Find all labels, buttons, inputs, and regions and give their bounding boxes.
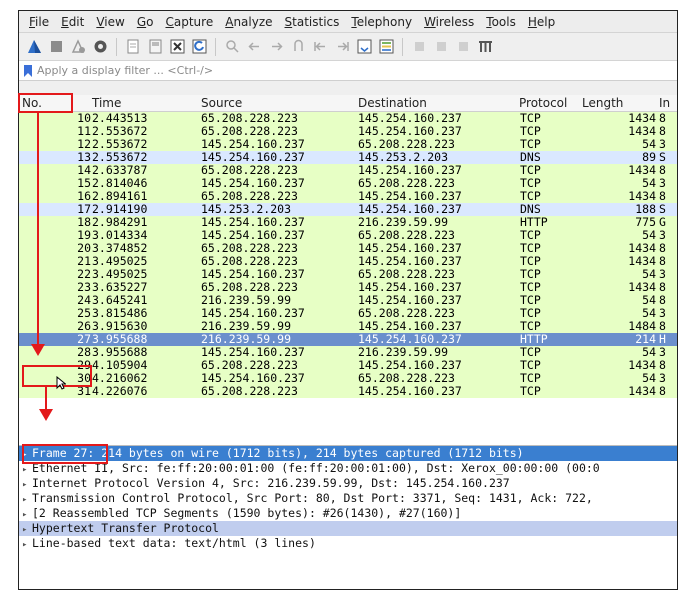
- detail-tree-label: Hypertext Transfer Protocol: [32, 521, 219, 535]
- detail-tree-item[interactable]: ▸ Internet Protocol Version 4, Src: 216.2…: [19, 476, 677, 491]
- start-capture-icon[interactable]: [25, 38, 43, 56]
- detail-tree-label: Frame 27: 214 bytes on wire (1712 bits),…: [32, 446, 524, 460]
- menu-view[interactable]: View: [90, 15, 130, 29]
- capture-options-icon[interactable]: [91, 38, 109, 56]
- column-length[interactable]: Length: [582, 96, 623, 110]
- packet-list: No. Time Source Destination Protocol Len…: [19, 95, 677, 445]
- display-filter-bar: [19, 61, 677, 81]
- menu-file[interactable]: File: [23, 15, 55, 29]
- packet-cell-proto: TCP: [520, 384, 541, 398]
- menu-telephony[interactable]: Telephony: [345, 15, 418, 29]
- menu-bar: File Edit View Go Capture Analyze Statis…: [19, 11, 677, 33]
- menu-capture[interactable]: Capture: [159, 15, 219, 29]
- main-toolbar: [19, 33, 677, 61]
- close-file-icon[interactable]: [168, 38, 186, 56]
- detail-tree-item[interactable]: ▸ Ethernet II, Src: fe:ff:20:00:01:00 (fe…: [19, 461, 677, 476]
- mouse-cursor-icon: [56, 376, 66, 390]
- wireshark-window: File Edit View Go Capture Analyze Statis…: [18, 10, 678, 590]
- packet-cell-dst: 145.254.160.237: [358, 384, 462, 398]
- toolbar-separator: [116, 37, 117, 56]
- reload-file-icon[interactable]: [190, 38, 208, 56]
- detail-tree-item[interactable]: ▸ Line-based text data: text/html (3 line…: [19, 536, 677, 551]
- go-to-packet-icon[interactable]: [289, 38, 307, 56]
- packet-details-pane: ▸ Frame 27: 214 bytes on wire (1712 bits)…: [19, 445, 677, 589]
- menu-analyze[interactable]: Analyze: [219, 15, 278, 29]
- column-source[interactable]: Source: [201, 96, 242, 110]
- detail-tree-label: Ethernet II, Src: fe:ff:20:00:01:00 (fe:…: [32, 461, 600, 475]
- toolbar-separator: [402, 37, 403, 56]
- detail-tree-item[interactable]: ▸ Hypertext Transfer Protocol: [19, 521, 677, 536]
- menu-help[interactable]: Help: [522, 15, 561, 29]
- colorize-icon[interactable]: [377, 38, 395, 56]
- column-destination[interactable]: Destination: [358, 96, 427, 110]
- expand-arrow-icon[interactable]: ▸: [22, 538, 32, 553]
- go-forward-icon[interactable]: [267, 38, 285, 56]
- menu-tools[interactable]: Tools: [480, 15, 522, 29]
- packet-row[interactable]: 31 4.226076 65.208.228.223 145.254.160.237 T…: [19, 385, 677, 398]
- detail-tree-label: [2 Reassembled TCP Segments (1590 bytes)…: [32, 506, 462, 520]
- packet-cell-len: 1434: [628, 384, 656, 398]
- packet-list-header: No. Time Source Destination Protocol Len…: [19, 95, 677, 112]
- resize-columns-icon[interactable]: [476, 38, 494, 56]
- packet-cell-no: 31: [77, 384, 91, 398]
- open-file-icon[interactable]: [124, 38, 142, 56]
- detail-tree-item[interactable]: ▸ Transmission Control Protocol, Src Port…: [19, 491, 677, 506]
- display-filter-input[interactable]: [37, 64, 637, 77]
- menu-statistics[interactable]: Statistics: [279, 15, 346, 29]
- column-time[interactable]: Time: [92, 96, 121, 110]
- detail-tree-label: Line-based text data: text/html (3 lines…: [32, 536, 316, 550]
- restart-capture-icon[interactable]: [69, 38, 87, 56]
- column-no[interactable]: No.: [22, 96, 42, 110]
- normal-size-icon[interactable]: [454, 38, 472, 56]
- packet-cell-info: 8: [659, 384, 666, 398]
- toolbar-separator: [215, 37, 216, 56]
- go-last-packet-icon[interactable]: [333, 38, 351, 56]
- autoscroll-icon[interactable]: [355, 38, 373, 56]
- detail-tree-item[interactable]: ▸ Frame 27: 214 bytes on wire (1712 bits)…: [19, 446, 677, 461]
- column-info[interactable]: In: [659, 96, 670, 110]
- zoom-in-icon[interactable]: [410, 38, 428, 56]
- column-protocol[interactable]: Protocol: [519, 96, 567, 110]
- detail-tree-label: Transmission Control Protocol, Src Port:…: [32, 491, 593, 505]
- find-packet-icon[interactable]: [223, 38, 241, 56]
- bookmark-icon[interactable]: [23, 64, 33, 77]
- go-first-packet-icon[interactable]: [311, 38, 329, 56]
- packet-rows: 10 2.443513 65.208.228.223 145.254.160.237 T…: [19, 112, 677, 398]
- stop-capture-icon[interactable]: [47, 38, 65, 56]
- packet-cell-src: 65.208.228.223: [201, 384, 298, 398]
- go-back-icon[interactable]: [245, 38, 263, 56]
- menu-edit[interactable]: Edit: [55, 15, 90, 29]
- save-file-icon[interactable]: [146, 38, 164, 56]
- detail-tree-item[interactable]: ▸ [2 Reassembled TCP Segments (1590 bytes…: [19, 506, 677, 521]
- menu-go[interactable]: Go: [131, 15, 160, 29]
- menu-wireless[interactable]: Wireless: [418, 15, 480, 29]
- packet-cell-time: 4.226076: [92, 384, 148, 398]
- zoom-out-icon[interactable]: [432, 38, 450, 56]
- detail-tree-label: Internet Protocol Version 4, Src: 216.23…: [32, 476, 510, 490]
